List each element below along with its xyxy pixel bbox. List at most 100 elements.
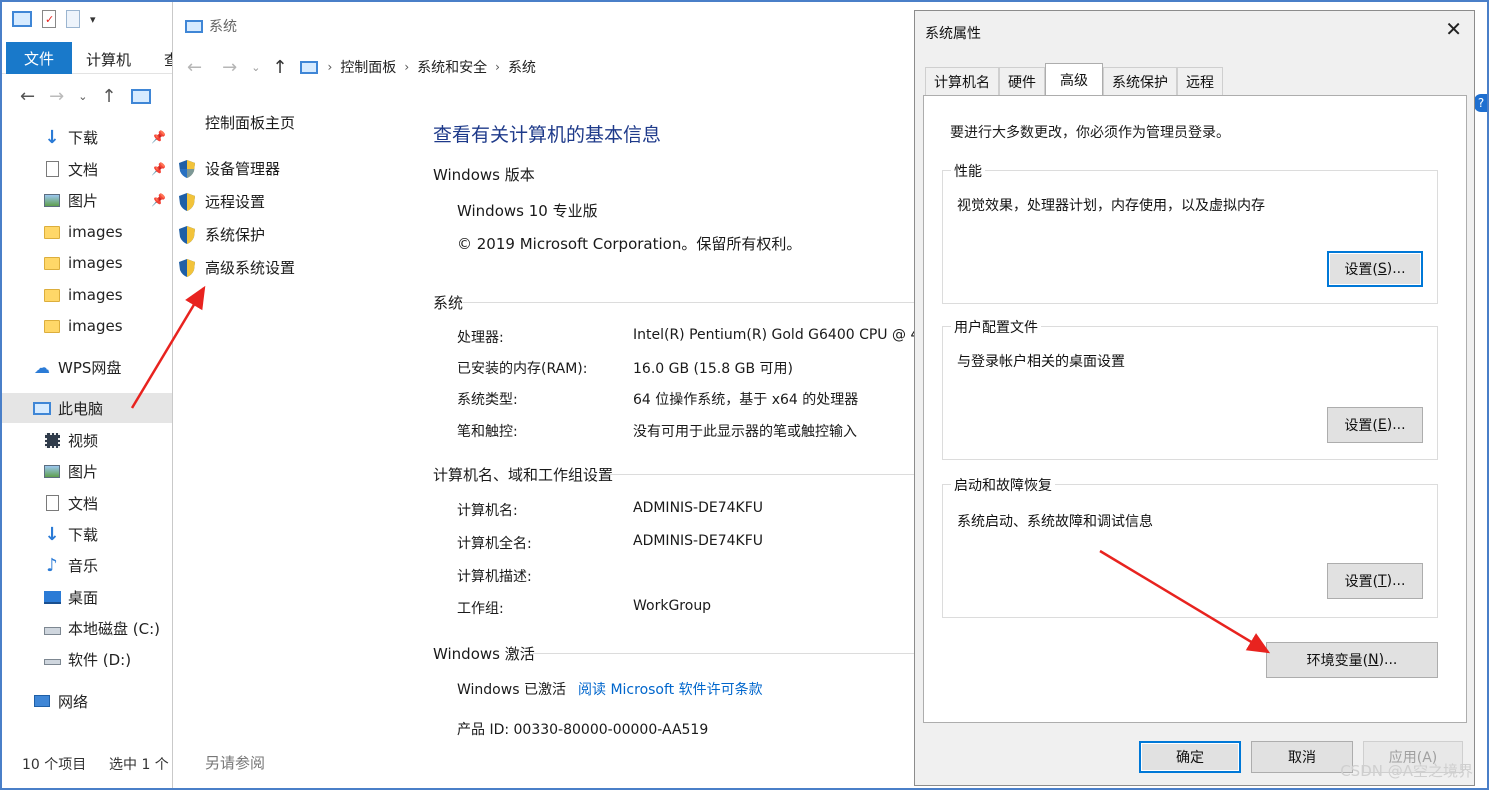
system-properties-dialog: 系统属性 ✕ 计算机名 硬件 高级 系统保护 远程 要进行大多数更改，你必须作为… bbox=[914, 10, 1475, 786]
button-label: 设置( bbox=[1344, 418, 1378, 434]
back-arrow-icon[interactable]: ← bbox=[20, 86, 35, 107]
startup-recovery-settings-button[interactable]: 设置(T)... bbox=[1327, 563, 1423, 599]
nav-item-label: 图片 bbox=[68, 462, 99, 481]
shield-icon bbox=[179, 225, 195, 244]
nav-item-images[interactable]: images bbox=[2, 280, 172, 310]
nav-item-desktop[interactable]: 桌面 bbox=[2, 582, 172, 612]
button-label-end: )... bbox=[1386, 417, 1406, 433]
up-arrow-icon[interactable]: ↑ bbox=[101, 86, 116, 107]
nav-item-network[interactable]: 网络 bbox=[2, 686, 172, 716]
tab-hardware[interactable]: 硬件 bbox=[999, 67, 1045, 95]
tab-computer-name[interactable]: 计算机名 bbox=[925, 67, 999, 95]
nav-item-images[interactable]: images bbox=[2, 217, 172, 247]
tab-advanced[interactable]: 高级 bbox=[1045, 63, 1103, 95]
nav-item-label: 视频 bbox=[68, 431, 99, 450]
nav-item-pictures[interactable]: 图片 📌 bbox=[2, 185, 172, 215]
full-computer-name-label: 计算机全名: bbox=[457, 536, 532, 552]
nav-item-music[interactable]: ♪ 音乐 bbox=[2, 550, 172, 580]
customize-toolbar-icon[interactable]: ▾ bbox=[90, 13, 96, 26]
activation-status: Windows 已激活 bbox=[457, 682, 566, 698]
pen-touch-label: 笔和触控: bbox=[457, 424, 518, 440]
tab-system-protection[interactable]: 系统保护 bbox=[1103, 67, 1177, 95]
video-icon bbox=[42, 431, 62, 449]
license-terms-link[interactable]: 阅读 Microsoft 软件许可条款 bbox=[578, 679, 763, 699]
processor-label: 处理器: bbox=[457, 330, 504, 346]
nav-item-images[interactable]: images bbox=[2, 311, 172, 341]
watermark: CSDN @A空之境界 bbox=[1340, 762, 1473, 780]
link-label: 设备管理器 bbox=[205, 160, 281, 178]
status-selected-count: 选中 1 个 bbox=[109, 757, 169, 773]
nav-item-images[interactable]: images bbox=[2, 248, 172, 278]
nav-item-this-pc[interactable]: 此电脑 bbox=[2, 393, 172, 423]
access-key: N bbox=[1368, 652, 1379, 668]
breadcrumb-control-panel[interactable]: 控制面板 bbox=[340, 57, 396, 77]
ok-button[interactable]: 确定 bbox=[1139, 741, 1241, 773]
product-id: 产品 ID: 00330-80000-00000-AA519 bbox=[457, 722, 709, 738]
performance-settings-button[interactable]: 设置(S)... bbox=[1327, 251, 1423, 287]
user-profiles-settings-button[interactable]: 设置(E)... bbox=[1327, 407, 1423, 443]
nav-item-documents[interactable]: 文档 📌 bbox=[2, 154, 172, 184]
nav-item-wps-cloud[interactable]: ☁ WPS网盘 bbox=[2, 352, 172, 382]
forward-arrow-icon[interactable]: → bbox=[222, 57, 237, 78]
section-divider bbox=[609, 474, 914, 475]
nav-item-videos[interactable]: 视频 bbox=[2, 425, 172, 455]
computer-icon[interactable] bbox=[12, 11, 32, 27]
close-icon[interactable]: ✕ bbox=[1445, 17, 1462, 41]
access-key: T bbox=[1378, 573, 1387, 589]
nav-item-downloads[interactable]: ↓ 下载 bbox=[2, 519, 172, 549]
recent-chevron-icon[interactable]: ⌄ bbox=[78, 90, 87, 103]
environment-variables-button[interactable]: 环境变量(N)... bbox=[1266, 642, 1438, 678]
recent-chevron-icon[interactable]: ⌄ bbox=[251, 61, 260, 74]
cancel-button[interactable]: 取消 bbox=[1251, 741, 1353, 773]
section-computer-name: 计算机名、域和工作组设置 bbox=[433, 466, 614, 484]
tab-file[interactable]: 文件 bbox=[6, 42, 72, 74]
help-icon[interactable]: ? bbox=[1474, 94, 1488, 112]
up-arrow-icon[interactable]: ↑ bbox=[272, 57, 287, 78]
button-label: 设置( bbox=[1344, 574, 1379, 590]
ribbon-tabs: 文件 计算机 查 bbox=[2, 42, 172, 74]
breadcrumb-system[interactable]: 系统 bbox=[508, 57, 536, 77]
properties-icon[interactable]: ✓ bbox=[42, 10, 56, 28]
group-description: 视觉效果，处理器计划，内存使用，以及虚拟内存 bbox=[957, 198, 1265, 214]
advanced-tab-panel: 要进行大多数更改，你必须作为管理员登录。 性能 视觉效果，处理器计划，内存使用，… bbox=[923, 95, 1467, 723]
computer-icon bbox=[299, 60, 318, 74]
nav-item-drive-c[interactable]: 本地磁盘 (C:) bbox=[2, 613, 172, 643]
music-note-icon: ♪ bbox=[46, 554, 58, 576]
tab-view[interactable]: 查 bbox=[164, 49, 172, 70]
download-arrow-icon: ↓ bbox=[44, 523, 60, 545]
quick-access-toolbar: ✓ ▾ bbox=[12, 10, 96, 28]
folder-icon bbox=[42, 286, 62, 304]
tab-computer[interactable]: 计算机 bbox=[86, 49, 131, 70]
nav-item-drive-d[interactable]: 软件 (D:) bbox=[2, 644, 172, 674]
startup-recovery-group: 启动和故障恢复 系统启动、系统故障和调试信息 设置(T)... bbox=[942, 475, 1438, 618]
remote-settings-link[interactable]: 远程设置 bbox=[179, 191, 265, 212]
forward-arrow-icon[interactable]: → bbox=[49, 86, 64, 107]
dialog-title: 系统属性 bbox=[925, 26, 981, 42]
new-folder-icon[interactable] bbox=[66, 10, 80, 28]
back-arrow-icon[interactable]: ← bbox=[187, 57, 202, 78]
file-explorer-window: ✓ ▾ 文件 计算机 查 ← → ⌄ ↑ ↓ 下载 📌 文档 📌 图片 📌 im… bbox=[2, 2, 172, 788]
document-icon bbox=[42, 160, 62, 178]
nav-item-label: 本地磁盘 (C:) bbox=[68, 619, 160, 638]
button-label-end: )... bbox=[1386, 261, 1406, 277]
button-label: 设置( bbox=[1344, 262, 1378, 278]
nav-item-label: 文档 bbox=[68, 160, 99, 179]
section-system: 系统 bbox=[433, 294, 464, 312]
pin-icon: 📌 bbox=[151, 130, 166, 144]
status-item-count: 10 个项目 bbox=[22, 757, 87, 773]
see-also-label: 另请参阅 bbox=[205, 754, 266, 772]
computer-icon bbox=[185, 19, 203, 33]
tab-remote[interactable]: 远程 bbox=[1177, 67, 1223, 95]
nav-item-downloads[interactable]: ↓ 下载 📌 bbox=[2, 122, 172, 152]
control-panel-home-link[interactable]: 控制面板主页 bbox=[205, 112, 295, 133]
user-profiles-group: 用户配置文件 与登录帐户相关的桌面设置 设置(E)... bbox=[942, 317, 1438, 460]
system-protection-link[interactable]: 系统保护 bbox=[179, 224, 265, 245]
link-label: 系统保护 bbox=[205, 226, 266, 244]
nav-item-label: 下载 bbox=[68, 128, 99, 147]
device-manager-link[interactable]: 设备管理器 bbox=[179, 158, 280, 179]
advanced-system-settings-link[interactable]: 高级系统设置 bbox=[179, 257, 295, 278]
breadcrumb-system-security[interactable]: 系统和安全 bbox=[417, 57, 487, 77]
nav-item-documents[interactable]: 文档 bbox=[2, 488, 172, 518]
nav-item-pictures[interactable]: 图片 bbox=[2, 456, 172, 486]
ram-label: 已安装的内存(RAM): bbox=[457, 361, 588, 377]
